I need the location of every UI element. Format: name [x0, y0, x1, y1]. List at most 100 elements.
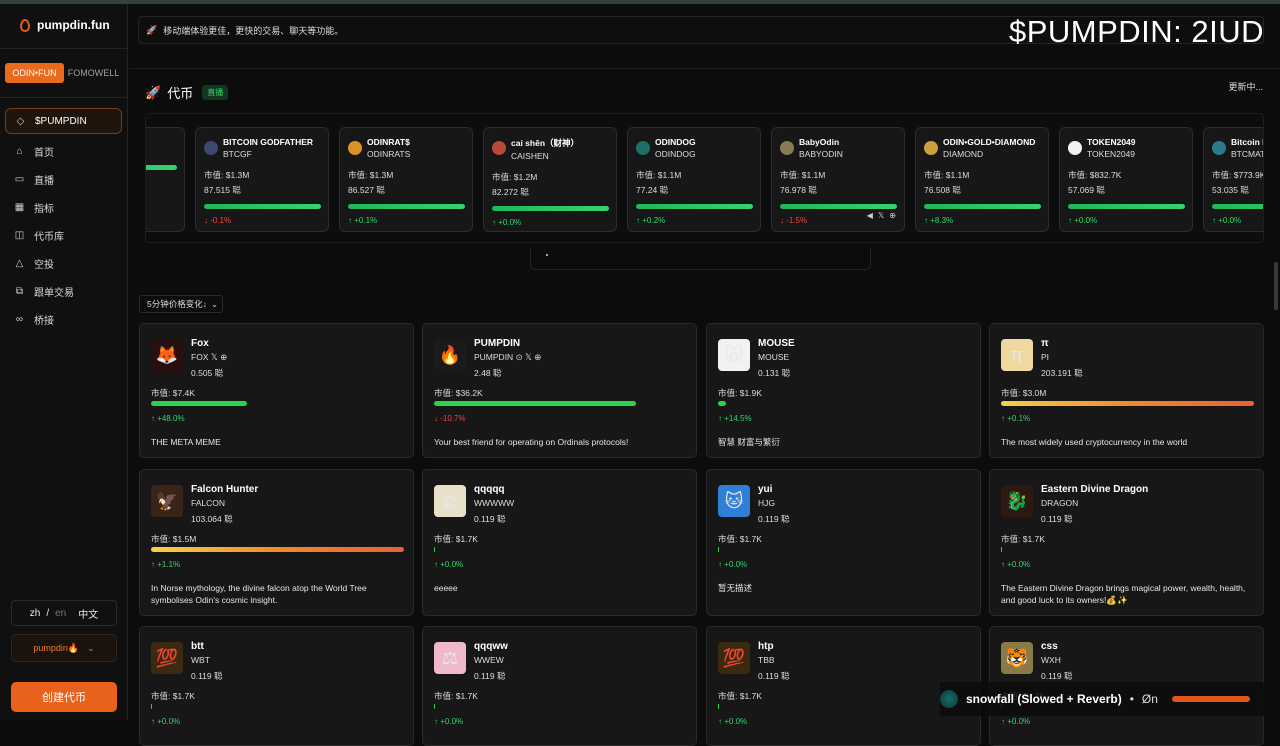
token-symbol-row: HJG [758, 498, 775, 508]
token-ticker-card[interactable]: ODIN•GOLD•DIAMOND DIAMOND 市值: $1.1M 76.508 … [915, 127, 1049, 232]
token-card[interactable]: 🐱 yui HJG 0.119 聪市值: $1.7K ↑ +0.0% 暂无描述 [706, 469, 981, 616]
token-ticker-card[interactable]: Bitcoin Ha BTCMAT 市值: $773.9K 53.035 聪 ↑ +0.… [1203, 127, 1264, 232]
section-title: 代币 [167, 86, 194, 101]
token-description: eeeee [434, 583, 458, 593]
token-card[interactable]: 🐭 MOUSE MOUSE 0.131 聪市值: $1.9K ↑ +14.5% 智慧 财… [706, 323, 981, 458]
username: pumpdin🔥 [33, 642, 80, 653]
market-cap: 市值: $7.4K [151, 388, 195, 398]
holders-sats: 87.515 聪 [204, 185, 241, 195]
token-symbol: WBT [191, 655, 210, 665]
token-card[interactable]: 🦅 Falcon Hunter FALCON 103.064 聪市值: $1.5M ↑… [139, 469, 414, 616]
album-art [940, 690, 958, 708]
home-icon: ⌂ [16, 145, 23, 157]
price-change: ↑ +0.1% [1001, 414, 1031, 423]
token-symbol: DRAGON [1041, 498, 1079, 508]
token-name: Fox [191, 338, 209, 349]
token-symbol: CAISHEN [511, 151, 549, 161]
token-ticker-card[interactable]: cai shēn（财神） CAISHEN 市值: $1.2M 82.272 聪 ↑ +0… [483, 127, 617, 232]
progress-bar[interactable] [1171, 696, 1250, 702]
token-card[interactable]: 💯 btt WBT 0.119 聪市值: $1.7K ↑ +0.0% [139, 626, 414, 746]
holders-sats: 86.527 聪 [348, 185, 385, 195]
token-symbol-row: WBT [191, 655, 210, 665]
create-token-button[interactable]: 创建代币 [11, 682, 117, 712]
bonding-progress-bar [718, 401, 726, 406]
token-card[interactable]: 🦊 Fox FOX 𝕏 ⊕ 0.505 聪市值: $7.4K ↑ +48.0% THE M… [139, 323, 414, 458]
sidebar-item-home[interactable]: ⌂ 首页 [5, 137, 122, 165]
market-cap: 市值: $1.2M [492, 172, 538, 182]
lang-chinese[interactable]: 中文 [78, 606, 98, 621]
token-name: PUMPDIN [474, 338, 521, 349]
price-change: ↓ -10.7% [434, 414, 466, 423]
progress-bar [1068, 204, 1185, 209]
sidebar-item-airdrop[interactable]: △ 空投 [5, 249, 122, 277]
bonding-progress-bar [151, 401, 247, 406]
sidebar-item-label: 首页 [34, 147, 54, 159]
token-image: 🦅 [151, 485, 183, 517]
token-symbol: BTCMAT [1231, 149, 1264, 159]
token-image: 🐱 [718, 485, 750, 517]
user-menu[interactable]: pumpdin🔥 ⌄ [11, 634, 117, 662]
token-ticker-card[interactable]: BabyOdin BABYODIN 市值: $1.1M 76.978 聪 ↓ -1.5%… [771, 127, 905, 232]
token-card[interactable]: ⚖ qqqqq WWWWW 0.119 聪市值: $1.7K ↑ +0.0% eeeee [422, 469, 697, 616]
switch-fomowell[interactable]: FOMOWELL [64, 63, 123, 83]
lang-zh[interactable]: zh [30, 608, 41, 619]
app-title: pumpdin.fun [37, 18, 110, 32]
token-card[interactable]: π π PI 203.191 聪市值: $3.0M ↑ +0.1% The most w… [989, 323, 1264, 458]
page-scrollbar[interactable] [1274, 262, 1278, 310]
sidebar-item-pumpdin[interactable]: ◇ $PUMPDIN [5, 108, 122, 134]
holders-sats: 76.978 聪 [780, 185, 817, 195]
globe-icon[interactable]: ⊕ [889, 211, 896, 220]
telegram-icon[interactable]: ◀ [867, 211, 873, 220]
social-icons[interactable]: 𝕏 ⊕ [211, 352, 227, 362]
token-ticker-card[interactable]: TOKEN2049 TOKEN2049 市值: $832.7K 57.069 聪 ↑ +… [1059, 127, 1193, 232]
x-icon[interactable]: 𝕏 [878, 211, 884, 220]
switch-odin-fun[interactable]: ODIN•FUN [5, 63, 64, 83]
bonding-progress-bar [151, 704, 152, 709]
language-switch[interactable]: zh / en 中文 [11, 600, 117, 626]
sidebar-item-copy-trading[interactable]: ⧉ 跟单交易 [5, 277, 122, 305]
holders-sats: 0.119 聪 [758, 514, 790, 524]
price-change: ↑ +0.2% [636, 216, 666, 225]
token-ticker-card[interactable]: ODINRAT$ ODINRATS 市值: $1.3M 86.527 聪 ↑ +0.1% [339, 127, 473, 232]
price-change: ↑ +48.0% [151, 414, 185, 423]
track-separator: • [1129, 692, 1134, 706]
sort-select[interactable]: 5分钟价格变化↓ ⌄ [139, 295, 223, 313]
sidebar-item-live[interactable]: ▭ 直播 [5, 165, 122, 193]
token-image: π [1001, 339, 1033, 371]
token-card[interactable]: 🐉 Eastern Divine Dragon DRAGON 0.119 聪市值: … [989, 469, 1264, 616]
token-symbol: BTCGF [223, 149, 252, 159]
rocket-icon: 🚀 [145, 84, 162, 100]
lang-en[interactable]: en [55, 608, 66, 619]
market-cap: 市值: $1.7K [718, 534, 762, 544]
bonding-progress-bar [718, 704, 719, 709]
sidebar-item-metrics[interactable]: ▦ 指标 [5, 193, 122, 221]
holders-sats: 203.191 聪 [1041, 368, 1083, 378]
chevron-down-icon: ⌄ [210, 298, 219, 309]
social-icons[interactable]: ⊙ 𝕏 ⊕ [516, 352, 542, 362]
market-cap: 市值: $832.7K [1068, 170, 1122, 180]
token-ticker-card[interactable] [146, 127, 185, 232]
sidebar-item-token-library[interactable]: ◫ 代币库 [5, 221, 122, 249]
token-symbol-row: WWEW [474, 655, 504, 665]
token-image: 🐯 [1001, 642, 1033, 674]
progress-bar [492, 206, 609, 211]
token-carousel[interactable]: BITCOIN GODFATHER BTCGF 市值: $1.3M 87.515 聪 ↓… [145, 113, 1264, 243]
progress-bar [146, 165, 177, 170]
holders-sats: 0.131 聪 [758, 368, 791, 378]
platform-switch[interactable]: ODIN•FUN FOMOWELL [5, 63, 123, 83]
token-card[interactable]: ⚖ qqqww WWEW 0.119 聪市值: $1.7K ↑ +0.0% [422, 626, 697, 746]
social-links[interactable]: ◀ 𝕏 ⊕ [867, 211, 896, 220]
token-name: yui [758, 484, 773, 495]
sidebar-item-label: 空投 [34, 259, 54, 271]
logo[interactable]: pumpdin.fun [20, 18, 110, 32]
sidebar-item-bridge[interactable]: ∞ 桥接 [5, 305, 122, 333]
carousel-scroll-indicator[interactable] [530, 248, 871, 270]
token-ticker-card[interactable]: BITCOIN GODFATHER BTCGF 市值: $1.3M 87.515 聪 ↓… [195, 127, 329, 232]
token-symbol-row: PUMPDIN ⊙ 𝕏 ⊕ [474, 352, 541, 363]
token-icon [924, 141, 938, 155]
token-symbol: FALCON [191, 498, 226, 508]
music-player[interactable]: snowfall (Slowed + Reverb) • Øn [940, 682, 1270, 716]
token-symbol: WWWWW [474, 498, 515, 508]
token-ticker-card[interactable]: ODINDOG ODINDOG 市值: $1.1M 77.24 聪 ↑ +0.2% [627, 127, 761, 232]
token-card[interactable]: 🔥 PUMPDIN PUMPDIN ⊙ 𝕏 ⊕ 2.48 聪市值: $36.2K ↓ -… [422, 323, 697, 458]
